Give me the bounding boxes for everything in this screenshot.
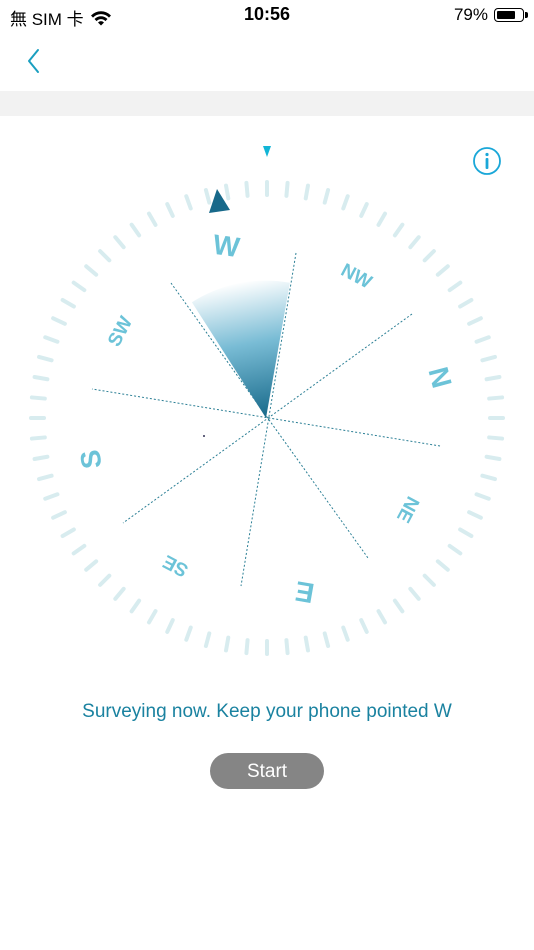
dial-ticks bbox=[29, 180, 505, 656]
dial-tick bbox=[129, 598, 142, 614]
dial-tick bbox=[392, 598, 405, 614]
dial-tick bbox=[84, 264, 99, 277]
section-divider bbox=[0, 91, 534, 116]
dial-tick bbox=[480, 473, 497, 482]
dial-tick bbox=[32, 375, 50, 382]
dial-tick bbox=[392, 222, 405, 238]
dial-tick bbox=[284, 638, 290, 656]
dial-tick bbox=[474, 335, 491, 344]
dial-tick bbox=[37, 354, 54, 363]
direction-label-sw: SW bbox=[104, 313, 137, 350]
battery-fill bbox=[497, 11, 516, 19]
dial-tick bbox=[376, 211, 387, 227]
dial-tick bbox=[341, 194, 350, 211]
direction-label-nw: NW bbox=[337, 260, 375, 293]
dial-tick bbox=[32, 454, 50, 461]
dial-tick bbox=[147, 609, 158, 625]
dial-tick bbox=[341, 625, 350, 642]
dial-tick bbox=[224, 183, 231, 201]
dial-tick bbox=[71, 280, 87, 293]
status-right: 79% bbox=[453, 5, 528, 25]
dial-tick bbox=[224, 635, 231, 653]
dial-tick bbox=[447, 280, 463, 293]
direction-label-e: E bbox=[293, 575, 317, 609]
dial-tick bbox=[60, 527, 76, 538]
dial-tick bbox=[474, 492, 491, 501]
direction-label-ne: NE bbox=[392, 493, 423, 526]
dial-tick bbox=[467, 510, 483, 520]
dial-tick bbox=[51, 316, 67, 326]
battery-cap bbox=[525, 12, 528, 18]
dial-tick bbox=[113, 235, 126, 250]
dial-tick bbox=[244, 180, 250, 198]
nav-bar bbox=[0, 30, 534, 90]
dial-tick bbox=[447, 543, 463, 556]
dial-tick bbox=[359, 202, 369, 218]
battery-percent: 79% bbox=[453, 5, 488, 24]
dial-tick bbox=[458, 527, 474, 538]
dial-tick bbox=[113, 586, 126, 601]
dial-tick bbox=[43, 492, 60, 501]
dial-tick bbox=[98, 573, 112, 587]
dial-tick bbox=[60, 298, 76, 309]
dial-tick bbox=[29, 395, 47, 401]
dial-tick bbox=[435, 559, 450, 572]
dial-tick bbox=[487, 435, 505, 441]
dial-tick bbox=[71, 543, 87, 556]
dial-tick bbox=[484, 454, 502, 461]
survey-status-text: Surveying now. Keep your phone pointed W bbox=[82, 701, 452, 722]
direction-label-n: N bbox=[422, 364, 457, 392]
dial-tick bbox=[322, 188, 331, 205]
dial-tick bbox=[147, 211, 158, 227]
status-bar: 無 SIM 卡 10:56 79% bbox=[0, 0, 534, 30]
dial-tick bbox=[484, 375, 502, 382]
dial-tick bbox=[408, 235, 421, 250]
battery-icon bbox=[494, 8, 528, 22]
dial-tick bbox=[37, 473, 54, 482]
dial-tick bbox=[303, 635, 310, 653]
compass-dial: W NW N NE E SE S SW bbox=[29, 146, 505, 656]
dial-tick bbox=[165, 202, 175, 218]
direction-label-se: SE bbox=[160, 550, 192, 580]
dial-tick bbox=[480, 354, 497, 363]
heading-sector bbox=[191, 280, 290, 418]
dial-tick bbox=[184, 194, 193, 211]
top-marker-triangle bbox=[263, 146, 271, 157]
dial-tick bbox=[203, 188, 212, 205]
dial-tick bbox=[184, 625, 193, 642]
dial-tick bbox=[422, 573, 436, 587]
dial-tick bbox=[129, 222, 142, 238]
dial-tick bbox=[98, 249, 112, 263]
dial-tick bbox=[487, 395, 505, 401]
dial-tick bbox=[408, 586, 421, 601]
back-button[interactable] bbox=[18, 44, 52, 78]
direction-label-s: S bbox=[74, 448, 107, 471]
dial-tick bbox=[284, 180, 290, 198]
dial-tick bbox=[422, 249, 436, 263]
dial-tick bbox=[435, 264, 450, 277]
dial-tick bbox=[203, 631, 212, 648]
dial-tick bbox=[29, 435, 47, 441]
dial-tick bbox=[51, 510, 67, 520]
dial-tick bbox=[84, 559, 99, 572]
center-dot bbox=[203, 435, 205, 437]
start-button[interactable]: Start bbox=[210, 753, 324, 789]
dial-tick bbox=[359, 618, 369, 634]
dial-tick bbox=[244, 638, 250, 656]
direction-label-w: W bbox=[211, 229, 242, 263]
dial-tick bbox=[467, 316, 483, 326]
chevron-left-icon bbox=[28, 49, 39, 73]
dial-tick bbox=[376, 609, 387, 625]
dial-tick bbox=[43, 335, 60, 344]
dial-tick bbox=[322, 631, 331, 648]
dial-tick bbox=[165, 618, 175, 634]
dial-tick bbox=[458, 298, 474, 309]
dial-tick bbox=[303, 183, 310, 201]
